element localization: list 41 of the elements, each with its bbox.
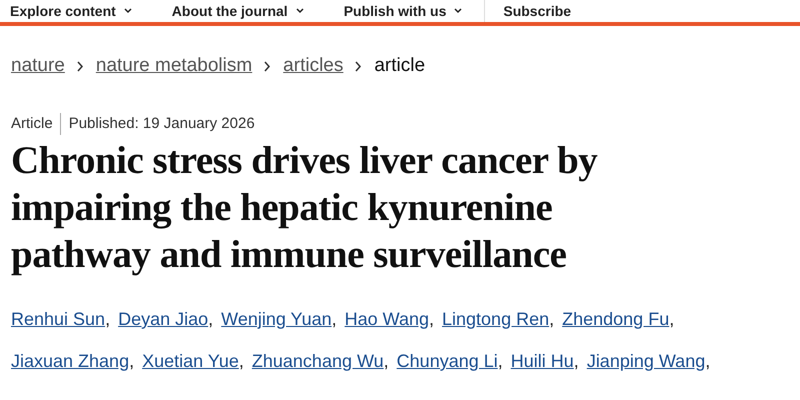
- separator-comma: ,: [669, 308, 674, 331]
- author-link[interactable]: Huili Hu: [510, 340, 574, 382]
- breadcrumb-link[interactable]: nature metabolism: [96, 52, 252, 80]
- article-title: Chronic stress drives liver cancer by impairing the hepatic kynurenine pathway and immune surveillance: [10, 138, 598, 278]
- author-link[interactable]: Zhendong Fu: [562, 298, 670, 340]
- nav-link[interactable]: Subscribe: [503, 4, 572, 18]
- separator-comma: ,: [429, 308, 434, 331]
- author-link[interactable]: Chunyang Li: [396, 340, 498, 382]
- breadcrumb-link[interactable]: articles: [283, 52, 344, 80]
- separator-comma: ,: [208, 308, 214, 331]
- author-link[interactable]: Wenjing Yuan: [221, 298, 332, 340]
- separator-comma: ,: [129, 350, 134, 373]
- nav-link[interactable]: Explore content: [10, 4, 116, 18]
- author-link[interactable]: Renhui Sun: [11, 298, 106, 340]
- separator-comma: ,: [105, 308, 110, 331]
- chevron-icon: [76, 60, 84, 72]
- author-link[interactable]: Hao Wang: [344, 298, 429, 340]
- author-link[interactable]: Jianping Wang: [586, 340, 706, 382]
- author-link[interactable]: Deyan Jiao: [118, 298, 208, 340]
- chevron-icon: [355, 60, 362, 72]
- article-type: Article: [11, 112, 61, 135]
- author-link[interactable]: Lingtong Ren: [442, 298, 550, 340]
- caret-icon: [454, 8, 462, 14]
- author-link[interactable]: Jiaxuan Zhang: [11, 340, 130, 382]
- nav-link[interactable]: Publish with us: [344, 4, 446, 18]
- breadcrumb-link[interactable]: nature: [11, 52, 65, 80]
- author-link[interactable]: Zhuanchang Wu: [252, 340, 384, 382]
- separator-comma: ,: [574, 350, 579, 373]
- separator-comma: ,: [498, 350, 503, 373]
- separator-comma: ,: [332, 308, 337, 331]
- separator-comma: ,: [549, 308, 554, 331]
- caret-icon: [124, 8, 132, 14]
- breadcrumb-current: article: [374, 54, 426, 78]
- separator-comma: ,: [384, 350, 389, 373]
- author-link[interactable]: Xuetian Yue: [142, 340, 239, 382]
- separator-comma: ,: [705, 350, 710, 373]
- caret-icon: [296, 8, 304, 14]
- separator-comma: ,: [238, 350, 244, 373]
- publish-date: Published: 19 January 2026: [68, 114, 255, 134]
- chevron-icon: [264, 60, 272, 72]
- nav-link[interactable]: About the journal: [172, 4, 288, 18]
